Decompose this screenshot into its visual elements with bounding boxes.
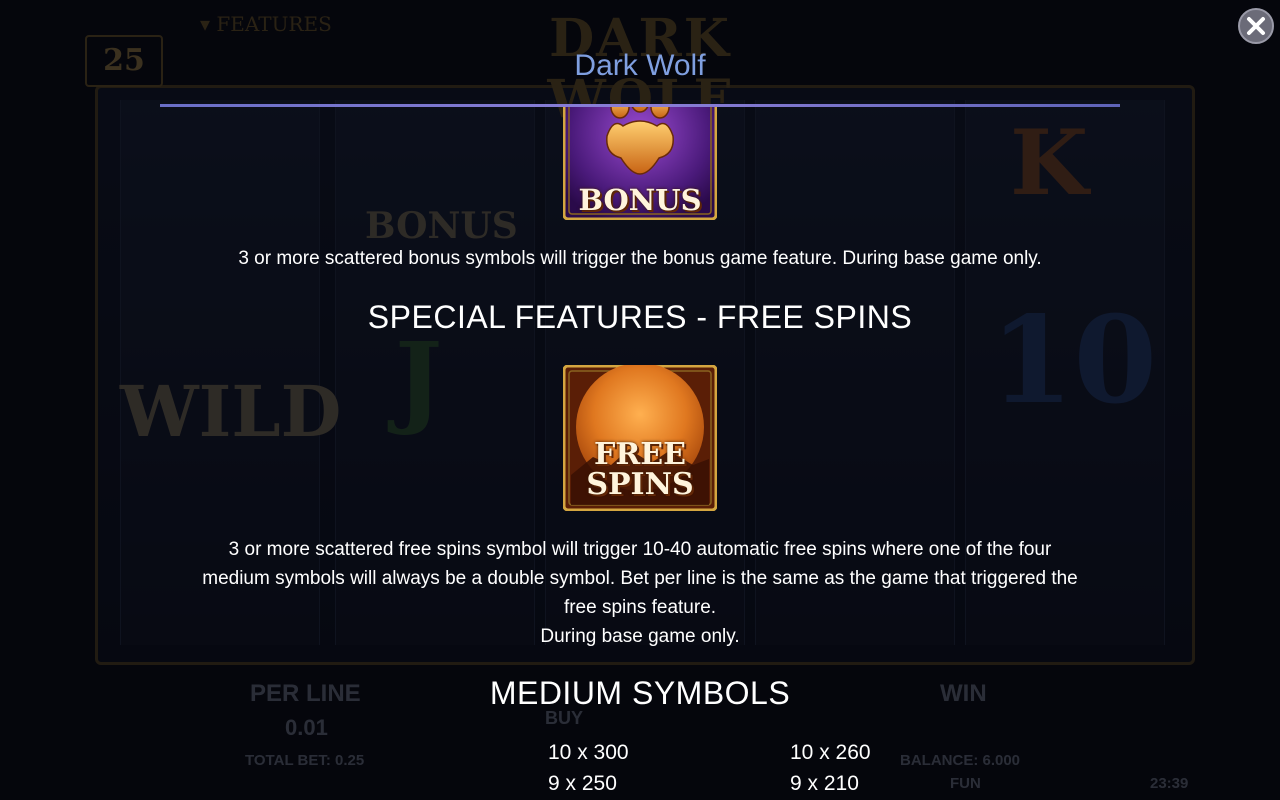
- close-x-icon: [1247, 17, 1265, 35]
- features-tab: ▾ FEATURES: [200, 12, 332, 36]
- free-spins-symbol-label: FREE SPINS: [563, 440, 717, 500]
- free-spins-description-line: 3 or more scattered free spins symbol wi…: [228, 539, 1052, 560]
- free-spins-symbol-line1: FREE: [594, 437, 686, 472]
- free-spins-description-line: medium symbols will always be a double s…: [202, 568, 1078, 589]
- close-button[interactable]: [1238, 8, 1274, 44]
- free-spins-heading: SPECIAL FEATURES - FREE SPINS: [367, 299, 913, 335]
- medium-symbols-heading: MEDIUM SYMBOLS: [489, 675, 791, 711]
- free-spins-symbol-line2: SPINS: [586, 467, 694, 502]
- game-screen: DARK WOLF ▾ FEATURES 25 BONUS K WILD J 1…: [0, 0, 1280, 800]
- paytable-scroll-area[interactable]: BONUS 3 or more scattered bonus symbols …: [0, 107, 1280, 800]
- pay-row: 9 x 250: [548, 772, 617, 795]
- paytable-column: 10 x 300 9 x 250: [548, 737, 629, 799]
- pay-row: 9 x 210: [790, 772, 859, 795]
- panel-title: Dark Wolf: [574, 49, 706, 82]
- bonus-description: 3 or more scattered bonus symbols will t…: [238, 248, 1042, 269]
- bonus-symbol-label: BONUS: [578, 183, 702, 217]
- free-spins-description-line: free spins feature.: [563, 597, 717, 618]
- free-spins-description-line: During base game only.: [540, 626, 740, 647]
- paytable-column: 10 x 260 9 x 210: [790, 737, 871, 799]
- pay-row: 10 x 300: [548, 741, 629, 764]
- pay-row: 10 x 260: [790, 741, 871, 764]
- free-spins-description: 3 or more scattered free spins symbol wi…: [0, 535, 1280, 651]
